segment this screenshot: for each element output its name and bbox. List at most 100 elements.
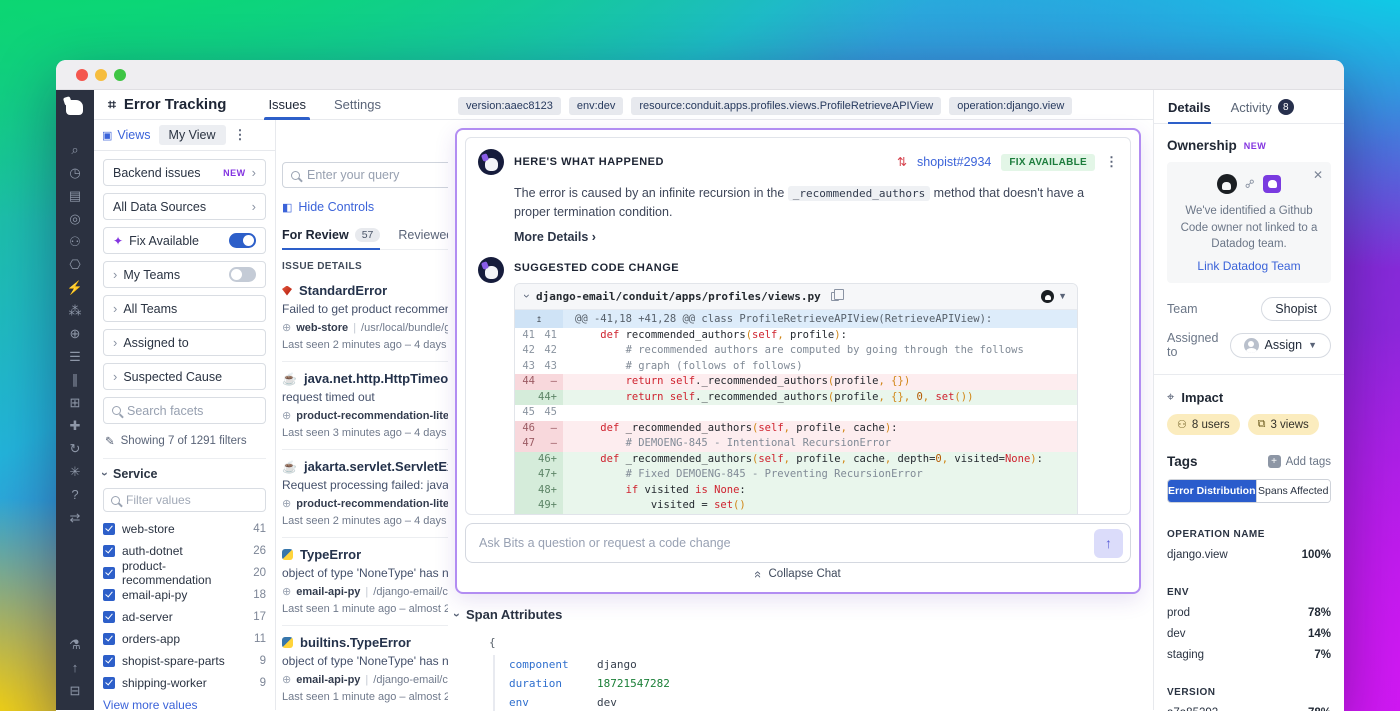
impact-pill[interactable]: ⧉ 3 views (1248, 414, 1319, 435)
sync-icon[interactable]: ↻ (63, 437, 87, 460)
distribution-segment-button[interactable]: Error Distribution (1168, 480, 1256, 502)
watchdog-icon[interactable]: ⚇ (63, 230, 87, 253)
tab-activity[interactable]: Activity 8 (1231, 99, 1294, 123)
help-icon[interactable]: ? (63, 483, 87, 506)
view-more-values-link[interactable]: View more values (103, 694, 266, 710)
nav-tab[interactable]: Settings (320, 90, 395, 120)
checkbox-checked[interactable] (103, 545, 115, 557)
my-teams-filter[interactable]: › My Teams (103, 261, 266, 288)
span-attributes-header[interactable]: › Span Attributes (455, 607, 1145, 622)
maximize-window-button[interactable] (114, 69, 126, 81)
all-teams-filter[interactable]: ›All Teams (103, 295, 266, 322)
chat-kebab-menu[interactable]: ⋮ (1105, 154, 1118, 170)
infrastructure-icon[interactable]: ⎔ (63, 253, 87, 276)
fix-available-toggle[interactable] (229, 233, 256, 248)
service-filter-row[interactable]: shopist-spare-parts 9 (103, 650, 266, 672)
minimize-window-button[interactable] (95, 69, 107, 81)
assigned-to-filter[interactable]: ›Assigned to (103, 329, 266, 356)
distribution-row[interactable]: prod 78% (1167, 607, 1331, 619)
collapse-chat-button[interactable]: « Collapse Chat (465, 563, 1131, 585)
datadog-logo-icon[interactable] (63, 96, 87, 120)
my-teams-toggle[interactable] (229, 267, 256, 282)
upload-icon[interactable]: ↑ (63, 656, 87, 679)
close-window-button[interactable] (76, 69, 88, 81)
suspected-cause-filter[interactable]: ›Suspected Cause (103, 363, 266, 390)
checkbox-checked[interactable] (103, 655, 115, 667)
add-tags-button[interactable]: + Add tags (1268, 455, 1331, 468)
diff-body[interactable]: ↥@@ -41,18 +41,28 @@ class ProfileRetrie… (515, 310, 1077, 516)
serverless-icon[interactable]: ⊕ (63, 322, 87, 345)
saved-view-selector[interactable]: Backend issues NEW › (103, 159, 266, 186)
bits-train-icon[interactable]: ⊟ (63, 679, 87, 702)
distribution-segment-button[interactable]: Spans Affected (1256, 480, 1330, 502)
issue-list-item[interactable]: ☕ jakarta.servlet.ServletExcept Request … (282, 450, 448, 538)
search-icon[interactable]: ⌕ (63, 138, 87, 161)
link-datadog-team-link[interactable]: Link Datadog Team (1177, 259, 1321, 273)
sparkle-icon[interactable]: ✳ (63, 460, 87, 483)
context-pill[interactable]: version:aaec8123 (458, 97, 561, 115)
hide-controls-button[interactable]: ◧ Hide Controls (282, 200, 448, 214)
checkbox-checked[interactable] (103, 633, 115, 645)
query-search-input[interactable]: Enter your query (282, 162, 448, 188)
labs-icon[interactable]: ⚗ (63, 633, 87, 656)
team-pill-button[interactable]: Shopist (1261, 297, 1331, 321)
views-button[interactable]: ▣Views (102, 128, 151, 142)
service-facet-header[interactable]: › Service (103, 467, 266, 481)
service-filter-row[interactable]: orders-app 11 (103, 628, 266, 650)
service-filter-row[interactable]: shipping-worker 9 (103, 672, 266, 694)
open-in-github-button[interactable]: ▼ (1041, 290, 1067, 303)
teams-icon[interactable]: ⁂ (63, 299, 87, 322)
workflows-icon[interactable]: ⇄ (63, 506, 87, 529)
span-attribute-row[interactable]: duration 18721547282 (509, 674, 1145, 693)
bits-chat-input[interactable]: Ask Bits a question or request a code ch… (465, 523, 1131, 563)
distribution-row[interactable]: dev 14% (1167, 628, 1331, 640)
fix-available-badge[interactable]: FIX AVAILABLE (1001, 154, 1095, 171)
context-pill[interactable]: env:dev (569, 97, 624, 115)
pipelines-icon[interactable]: ∥ (63, 368, 87, 391)
my-view-button[interactable]: My View (159, 125, 226, 145)
context-pill[interactable]: operation:django.view (949, 97, 1072, 115)
monitors-icon[interactable]: ◎ (63, 207, 87, 230)
data-sources-selector[interactable]: All Data Sources› (103, 193, 266, 220)
search-facets-input[interactable]: Search facets (103, 397, 266, 424)
tab-details[interactable]: Details (1168, 99, 1211, 123)
history-icon[interactable]: ◷ (63, 161, 87, 184)
filters-summary[interactable]: ✎ Showing 7 of 1291 filters (103, 432, 266, 458)
send-button[interactable]: ↑ (1094, 529, 1123, 558)
service-filter-row[interactable]: email-api-py 18 (103, 584, 266, 606)
nav-tab[interactable]: Issues (254, 90, 320, 120)
span-attribute-row[interactable]: env dev (509, 693, 1145, 711)
integrations-icon[interactable]: ⊞ (63, 391, 87, 414)
apm-icon[interactable]: ⚡ (63, 276, 87, 299)
issue-list-item[interactable]: builtins.TypeError object of type 'NoneT… (282, 626, 448, 710)
distribution-row[interactable]: staging 7% (1167, 649, 1331, 661)
logs-icon[interactable]: ☰ (63, 345, 87, 368)
close-icon[interactable]: ✕ (1313, 168, 1323, 182)
assign-button[interactable]: Assign ▼ (1230, 333, 1331, 358)
service-filter-row[interactable]: product-recommendation 20 (103, 562, 266, 584)
checkbox-checked[interactable] (103, 589, 115, 601)
checkbox-checked[interactable] (103, 523, 115, 535)
checkbox-checked[interactable] (103, 567, 115, 579)
issue-list-item[interactable]: ☕ java.net.http.HttpTimeoutEx request ti… (282, 362, 448, 450)
issue-list-item[interactable]: StandardError Failed to get product reco… (282, 274, 448, 362)
filter-values-input[interactable]: Filter values (103, 488, 266, 512)
distribution-row[interactable]: django.view 100% (1167, 549, 1331, 561)
context-pill[interactable]: resource:conduit.apps.profiles.views.Pro… (631, 97, 941, 115)
fix-available-filter[interactable]: ✦ Fix Available (103, 227, 266, 254)
impact-pill[interactable]: ⚇ 8 users (1167, 414, 1240, 435)
diff-line[interactable]: ↥@@ -41,18 +41,28 @@ class ProfileRetrie… (515, 310, 1077, 328)
issue-list-tab[interactable]: For Review57 (282, 228, 380, 249)
span-attribute-row[interactable]: component django (509, 655, 1145, 674)
service-filter-row[interactable]: ad-server 17 (103, 606, 266, 628)
copy-icon[interactable] (831, 292, 839, 301)
issue-list-tab[interactable]: Reviewed30 (398, 228, 448, 249)
distribution-row[interactable]: a7a85292 78% (1167, 707, 1331, 711)
diff-file-header[interactable]: › django-email/conduit/apps/profiles/vie… (515, 284, 1077, 310)
service-filter-row[interactable]: web-store 41 (103, 518, 266, 540)
issue-list-item[interactable]: TypeError object of type 'NoneType' has … (282, 538, 448, 626)
checkbox-checked[interactable] (103, 611, 115, 623)
views-kebab-menu[interactable]: ⋮ (234, 127, 247, 143)
shopist-issue-link[interactable]: shopist#2934 (917, 155, 991, 169)
more-details-link[interactable]: More Details › (514, 230, 1118, 244)
